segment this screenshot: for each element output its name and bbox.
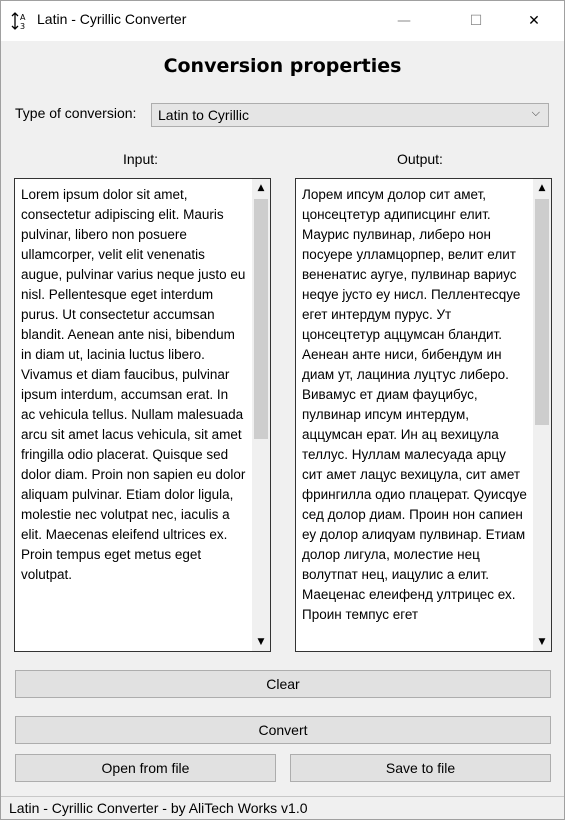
conversion-type-value: Latin to Cyrillic — [158, 107, 250, 123]
scroll-down-icon[interactable]: ▼ — [533, 633, 551, 651]
window-title: Latin - Cyrillic Converter — [37, 11, 187, 27]
conversion-type-label: Type of conversion: — [15, 105, 137, 121]
page-title: Conversion properties — [163, 55, 402, 77]
convert-button[interactable]: Convert — [15, 716, 551, 744]
input-label: Input: — [123, 151, 159, 167]
chevron-down-icon: ⌵ — [531, 106, 540, 119]
title-bar[interactable]: A 3 Latin - Cyrillic Converter — ☐ ✕ — [1, 1, 564, 41]
output-textarea[interactable]: Лорем ипсум долор сит амет, цонсецтетур … — [295, 178, 552, 652]
open-file-button[interactable]: Open from file — [15, 754, 276, 782]
save-file-button[interactable]: Save to file — [290, 754, 551, 782]
minimize-button[interactable]: — — [381, 1, 427, 41]
app-window: A 3 Latin - Cyrillic Converter — ☐ ✕ Con… — [0, 0, 565, 820]
scroll-thumb[interactable] — [254, 199, 268, 439]
scroll-down-icon[interactable]: ▼ — [252, 633, 270, 651]
scroll-up-icon[interactable]: ▲ — [252, 179, 270, 197]
output-label: Output: — [397, 151, 443, 167]
scroll-up-icon[interactable]: ▲ — [533, 179, 551, 197]
close-button[interactable]: ✕ — [511, 1, 557, 41]
maximize-button[interactable]: ☐ — [453, 1, 499, 41]
app-icon: A 3 — [11, 11, 29, 31]
input-text[interactable]: Lorem ipsum dolor sit amet, consectetur … — [21, 185, 246, 649]
input-textarea[interactable]: Lorem ipsum dolor sit amet, consectetur … — [14, 178, 271, 652]
status-bar: Latin - Cyrillic Converter - by AliTech … — [1, 796, 564, 819]
clear-button[interactable]: Clear — [15, 670, 551, 698]
scroll-thumb[interactable] — [535, 199, 549, 425]
output-scrollbar[interactable]: ▲ ▼ — [533, 179, 551, 651]
svg-text:A: A — [20, 13, 26, 22]
svg-text:3: 3 — [20, 22, 25, 31]
arrows-icon: A 3 — [11, 12, 26, 31]
input-scrollbar[interactable]: ▲ ▼ — [252, 179, 270, 651]
output-text[interactable]: Лорем ипсум долор сит амет, цонсецтетур … — [302, 185, 527, 649]
status-text: Latin - Cyrillic Converter - by AliTech … — [9, 800, 308, 816]
conversion-type-select[interactable]: Latin to Cyrillic ⌵ — [151, 103, 549, 127]
